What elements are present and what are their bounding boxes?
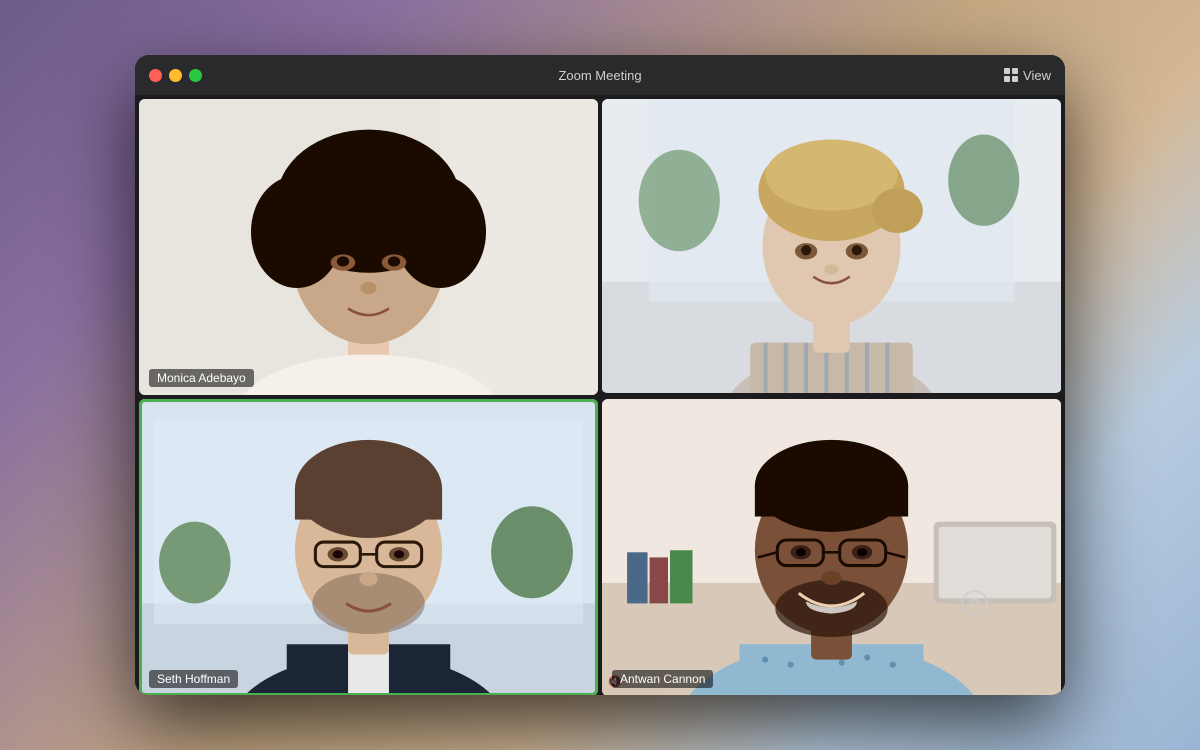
video-grid: Monica Adebayo <box>135 95 1065 695</box>
window-title: Zoom Meeting <box>558 68 641 83</box>
close-button[interactable] <box>149 69 162 82</box>
participant-name-seth: Seth Hoffman <box>149 670 238 688</box>
participant-name-monica: Monica Adebayo <box>149 369 254 387</box>
titlebar: Zoom Meeting View <box>135 55 1065 95</box>
zoom-window: Zoom Meeting View <box>135 55 1065 695</box>
traffic-lights <box>149 69 202 82</box>
video-cell-monica: Monica Adebayo <box>139 99 598 395</box>
video-cell-woman2 <box>602 99 1061 395</box>
grid-view-icon <box>1004 68 1018 82</box>
view-button[interactable]: View <box>1004 68 1051 83</box>
participant-name-antwan: Antwan Cannon <box>612 670 713 688</box>
minimize-button[interactable] <box>169 69 182 82</box>
view-label: View <box>1023 68 1051 83</box>
maximize-button[interactable] <box>189 69 202 82</box>
video-cell-seth: Seth Hoffman <box>139 399 598 695</box>
video-cell-antwan: 🔇 Antwan Cannon <box>602 399 1061 695</box>
